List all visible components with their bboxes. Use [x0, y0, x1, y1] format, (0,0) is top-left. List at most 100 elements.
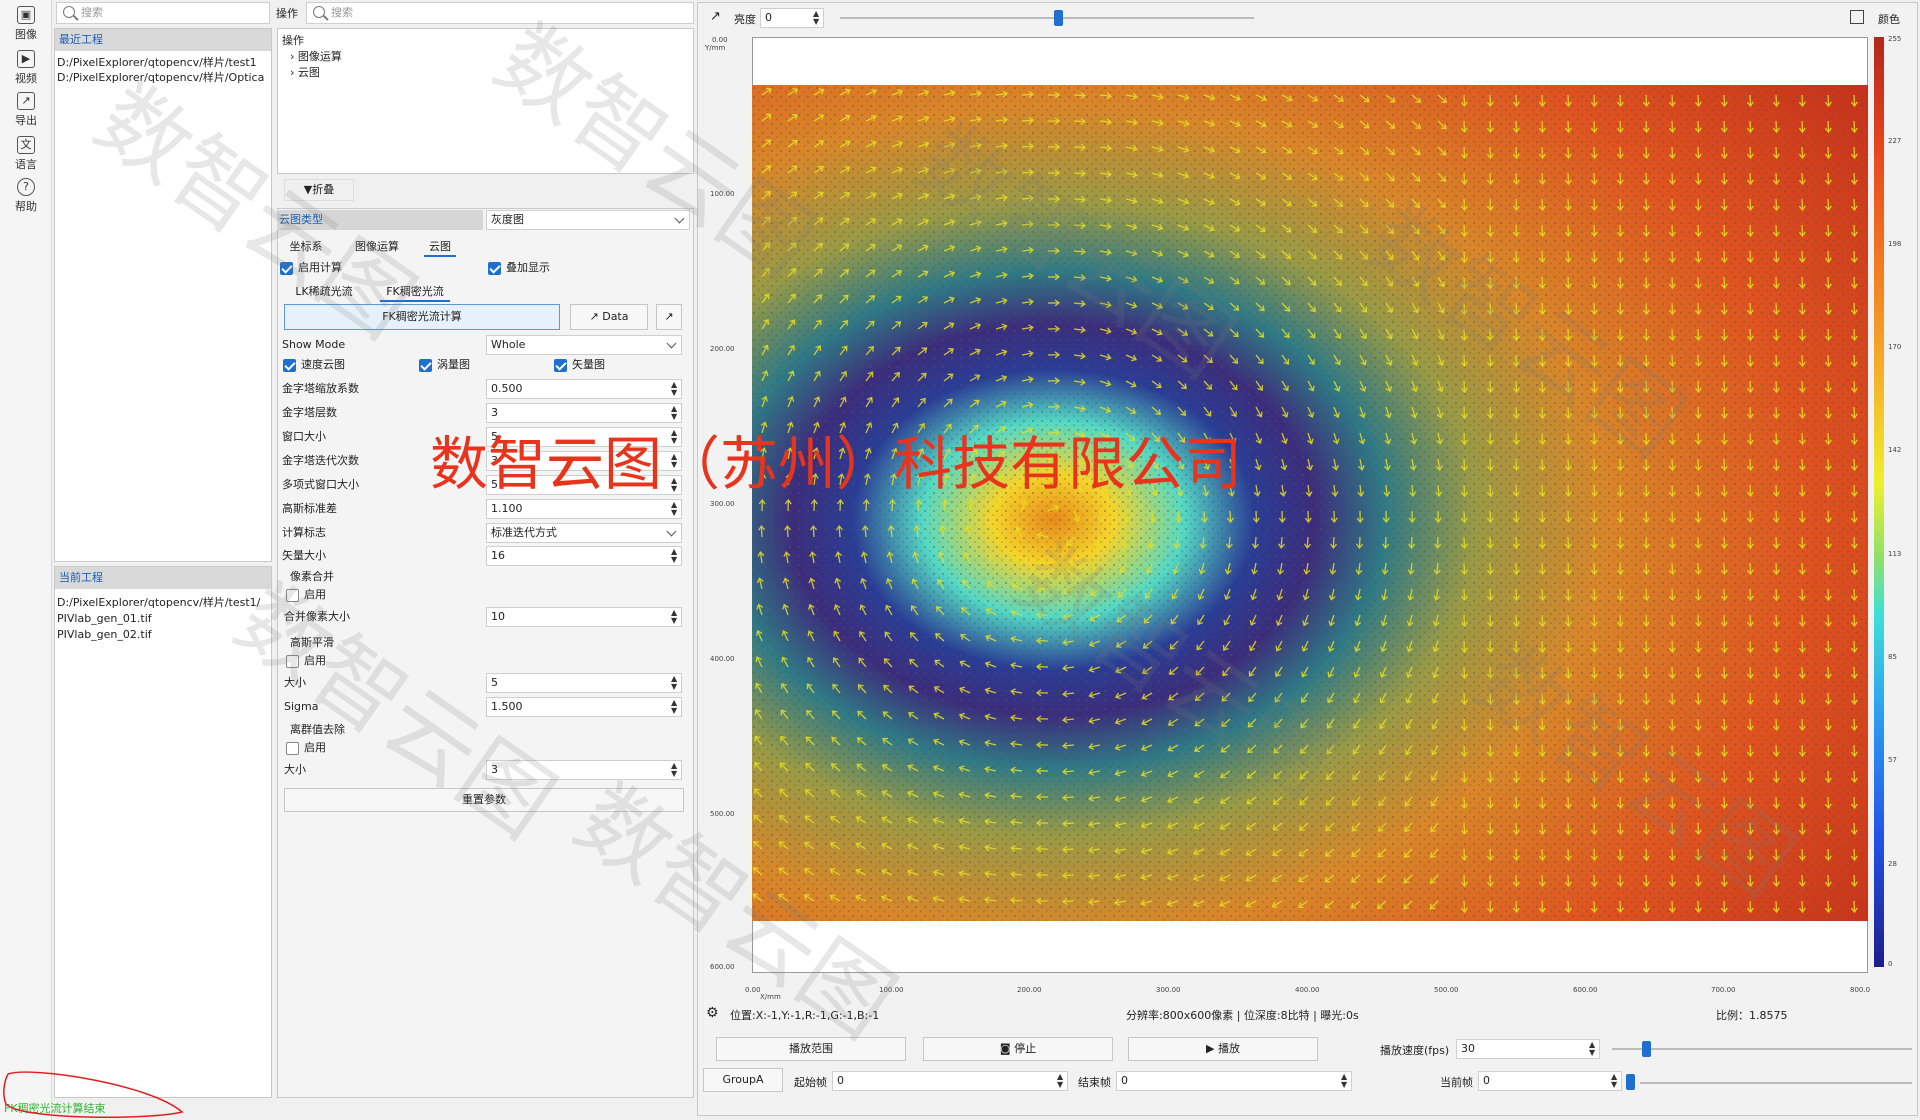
current-project-header: 当前工程 — [55, 567, 271, 589]
end-frame-input[interactable]: 0 ▲ ▼ — [1116, 1071, 1352, 1091]
vector-size-label: 矢量大小 — [282, 549, 326, 562]
vorticity-label: 涡量图 — [437, 358, 470, 371]
ops-tree: 操作 › 图像运算 › 云图 — [277, 28, 694, 174]
spin-arrows-icon: ▲ ▼ — [671, 547, 678, 564]
rail-image-button[interactable]: ▣ 图像 — [4, 6, 48, 46]
speed-input[interactable]: 30 ▲ ▼ — [1456, 1039, 1600, 1059]
recent-projects-panel: 最近工程 D:/PixelExplorer/qtopencv/样片/test1 … — [54, 28, 272, 562]
y-axis-tick: 500.00 — [710, 810, 735, 818]
fit-view-button[interactable] — [1850, 10, 1864, 24]
frame-slider-track[interactable] — [1640, 1082, 1912, 1084]
merge-size-input[interactable]: 10 ▲ ▼ — [486, 607, 682, 627]
scale-readout: 比例：1.8575 — [1716, 1009, 1788, 1022]
gauss-enable-label: 启用 — [304, 654, 326, 667]
current-project-file[interactable]: PIVlab_gen_02.tif — [57, 627, 269, 643]
colorbar-tick: 227 — [1888, 137, 1902, 145]
y-axis-title: Y/mm — [705, 44, 726, 52]
group-select-button[interactable]: GroupA — [703, 1068, 783, 1092]
project-search-input[interactable]: 搜索 — [56, 2, 270, 24]
current-project-file[interactable]: PIVlab_gen_01.tif — [57, 611, 269, 627]
cursor-position-readout: 位置:X:-1,Y:-1,R:-1,G:-1,B:-1 — [730, 1009, 880, 1022]
rail-video-button[interactable]: ▶ 视频 — [4, 50, 48, 90]
export-icon: ↗ — [589, 310, 599, 323]
chevron-down-icon — [666, 526, 677, 537]
frame-slider-handle[interactable] — [1626, 1074, 1635, 1090]
tab-coordinate[interactable]: 坐标系 — [284, 237, 328, 257]
tab-fk-flow[interactable]: FK稠密光流 — [380, 282, 450, 302]
merge-enable-checkbox[interactable] — [286, 589, 299, 602]
data-button[interactable]: ↗ Data — [570, 304, 648, 330]
play-button[interactable]: ▶ 播放 — [1128, 1037, 1318, 1061]
spin-arrows-icon: ▲ ▼ — [1057, 1072, 1064, 1089]
outlier-size-input[interactable]: 3 ▲ ▼ — [486, 760, 682, 780]
color-label[interactable]: 颜色 — [1878, 11, 1900, 27]
velocity-cloud-checkbox[interactable] — [283, 359, 296, 372]
speed-slider-handle[interactable] — [1642, 1041, 1651, 1057]
show-mode-select[interactable]: Whole — [486, 335, 682, 355]
colorbar-tick: 0 — [1888, 960, 1893, 968]
param-label: 多项式窗口大小 — [282, 478, 359, 491]
enable-calc-checkbox[interactable] — [280, 262, 293, 275]
x-axis-tick: 200.00 — [1017, 986, 1042, 994]
calc-flag-select[interactable]: 标准迭代方式 — [486, 523, 682, 543]
brightness-slider-track[interactable] — [840, 17, 1254, 19]
tree-item-image-ops[interactable]: › 图像运算 — [282, 49, 689, 65]
play-range-button[interactable]: 播放范围 — [716, 1037, 906, 1061]
brightness-label: 亮度 — [734, 13, 756, 26]
gauss-enable-checkbox[interactable] — [286, 655, 299, 668]
brightness-slider-handle[interactable] — [1054, 10, 1063, 26]
velocity-field-image[interactable] — [752, 85, 1868, 921]
tab-cloud[interactable]: 云图 — [424, 237, 456, 257]
popout-button[interactable]: ↗ — [656, 304, 682, 330]
fk-flow-calc-button[interactable]: FK稠密光流计算 — [284, 304, 560, 330]
velocity-cloud-label: 速度云图 — [301, 358, 345, 371]
cloud-type-select[interactable]: 灰度图 — [486, 210, 690, 230]
merge-size-label: 合并像素大小 — [284, 610, 350, 623]
y-axis-tick: 400.00 — [710, 655, 735, 663]
spin-arrows-icon: ▲ ▼ — [671, 608, 678, 625]
tab-lk-flow[interactable]: LK稀疏光流 — [290, 282, 358, 302]
colorbar-tick: 85 — [1888, 653, 1897, 661]
sigma-label: Sigma — [284, 700, 319, 713]
overlay-checkbox[interactable] — [488, 262, 501, 275]
ops-search-input[interactable]: 搜索 — [306, 2, 694, 24]
y-axis-tick: 100.00 — [710, 190, 735, 198]
language-icon: 文 — [17, 136, 35, 154]
play-icon: ▶ — [1206, 1042, 1215, 1055]
rail-language-button[interactable]: 文 语言 — [4, 136, 48, 176]
recent-project-item[interactable]: D:/PixelExplorer/qtopencv/样片/test1 — [57, 55, 269, 70]
reset-params-button[interactable]: 重置参数 — [284, 788, 684, 812]
recent-project-item[interactable]: D:/PixelExplorer/qtopencv/样片/Optica — [57, 70, 269, 85]
rail-export-button[interactable]: ↗ 导出 — [4, 92, 48, 132]
start-frame-input[interactable]: 0 ▲ ▼ — [832, 1071, 1068, 1091]
outlier-enable-checkbox[interactable] — [286, 742, 299, 755]
enable-calc-label: 启用计算 — [298, 261, 342, 274]
gauss-sigma-input[interactable]: 1.100 ▲ ▼ — [486, 499, 682, 519]
search-icon — [313, 6, 325, 18]
brightness-input[interactable]: 0 ▲ ▼ — [760, 8, 824, 28]
sigma-input[interactable]: 1.500 ▲ ▼ — [486, 697, 682, 717]
export-view-button[interactable]: ↗ — [710, 9, 726, 25]
vector-size-input[interactable]: 16 ▲ ▼ — [486, 546, 682, 566]
spin-arrows-icon: ▲ ▼ — [671, 500, 678, 517]
tab-image-ops[interactable]: 图像运算 — [348, 237, 406, 257]
tree-item-cloud[interactable]: › 云图 — [282, 65, 689, 81]
colorbar — [1874, 37, 1884, 967]
gear-icon: ⚙ — [706, 1005, 719, 1021]
rail-help-button[interactable]: ? 帮助 — [4, 178, 48, 218]
stop-button[interactable]: ◙ 停止 — [923, 1037, 1113, 1061]
settings-gear-button[interactable]: ⚙ — [706, 1005, 719, 1021]
collapse-button[interactable]: ▼折叠 — [284, 179, 354, 201]
pyramid-scale-input[interactable]: 0.500 ▲ ▼ — [486, 379, 682, 399]
current-project-folder[interactable]: D:/PixelExplorer/qtopencv/样片/test1/ — [57, 595, 269, 611]
gauss-size-label: 大小 — [284, 676, 306, 689]
tree-root[interactable]: 操作 — [282, 33, 689, 49]
vorticity-checkbox[interactable] — [419, 359, 432, 372]
vector-checkbox[interactable] — [554, 359, 567, 372]
param-label: 金字塔缩放系数 — [282, 382, 359, 395]
current-frame-input[interactable]: 0 ▲ ▼ — [1478, 1071, 1622, 1091]
help-icon: ? — [17, 178, 35, 196]
popout-icon: ↗ — [664, 310, 674, 323]
speed-slider-track[interactable] — [1612, 1048, 1912, 1050]
gauss-size-input[interactable]: 5 ▲ ▼ — [486, 673, 682, 693]
